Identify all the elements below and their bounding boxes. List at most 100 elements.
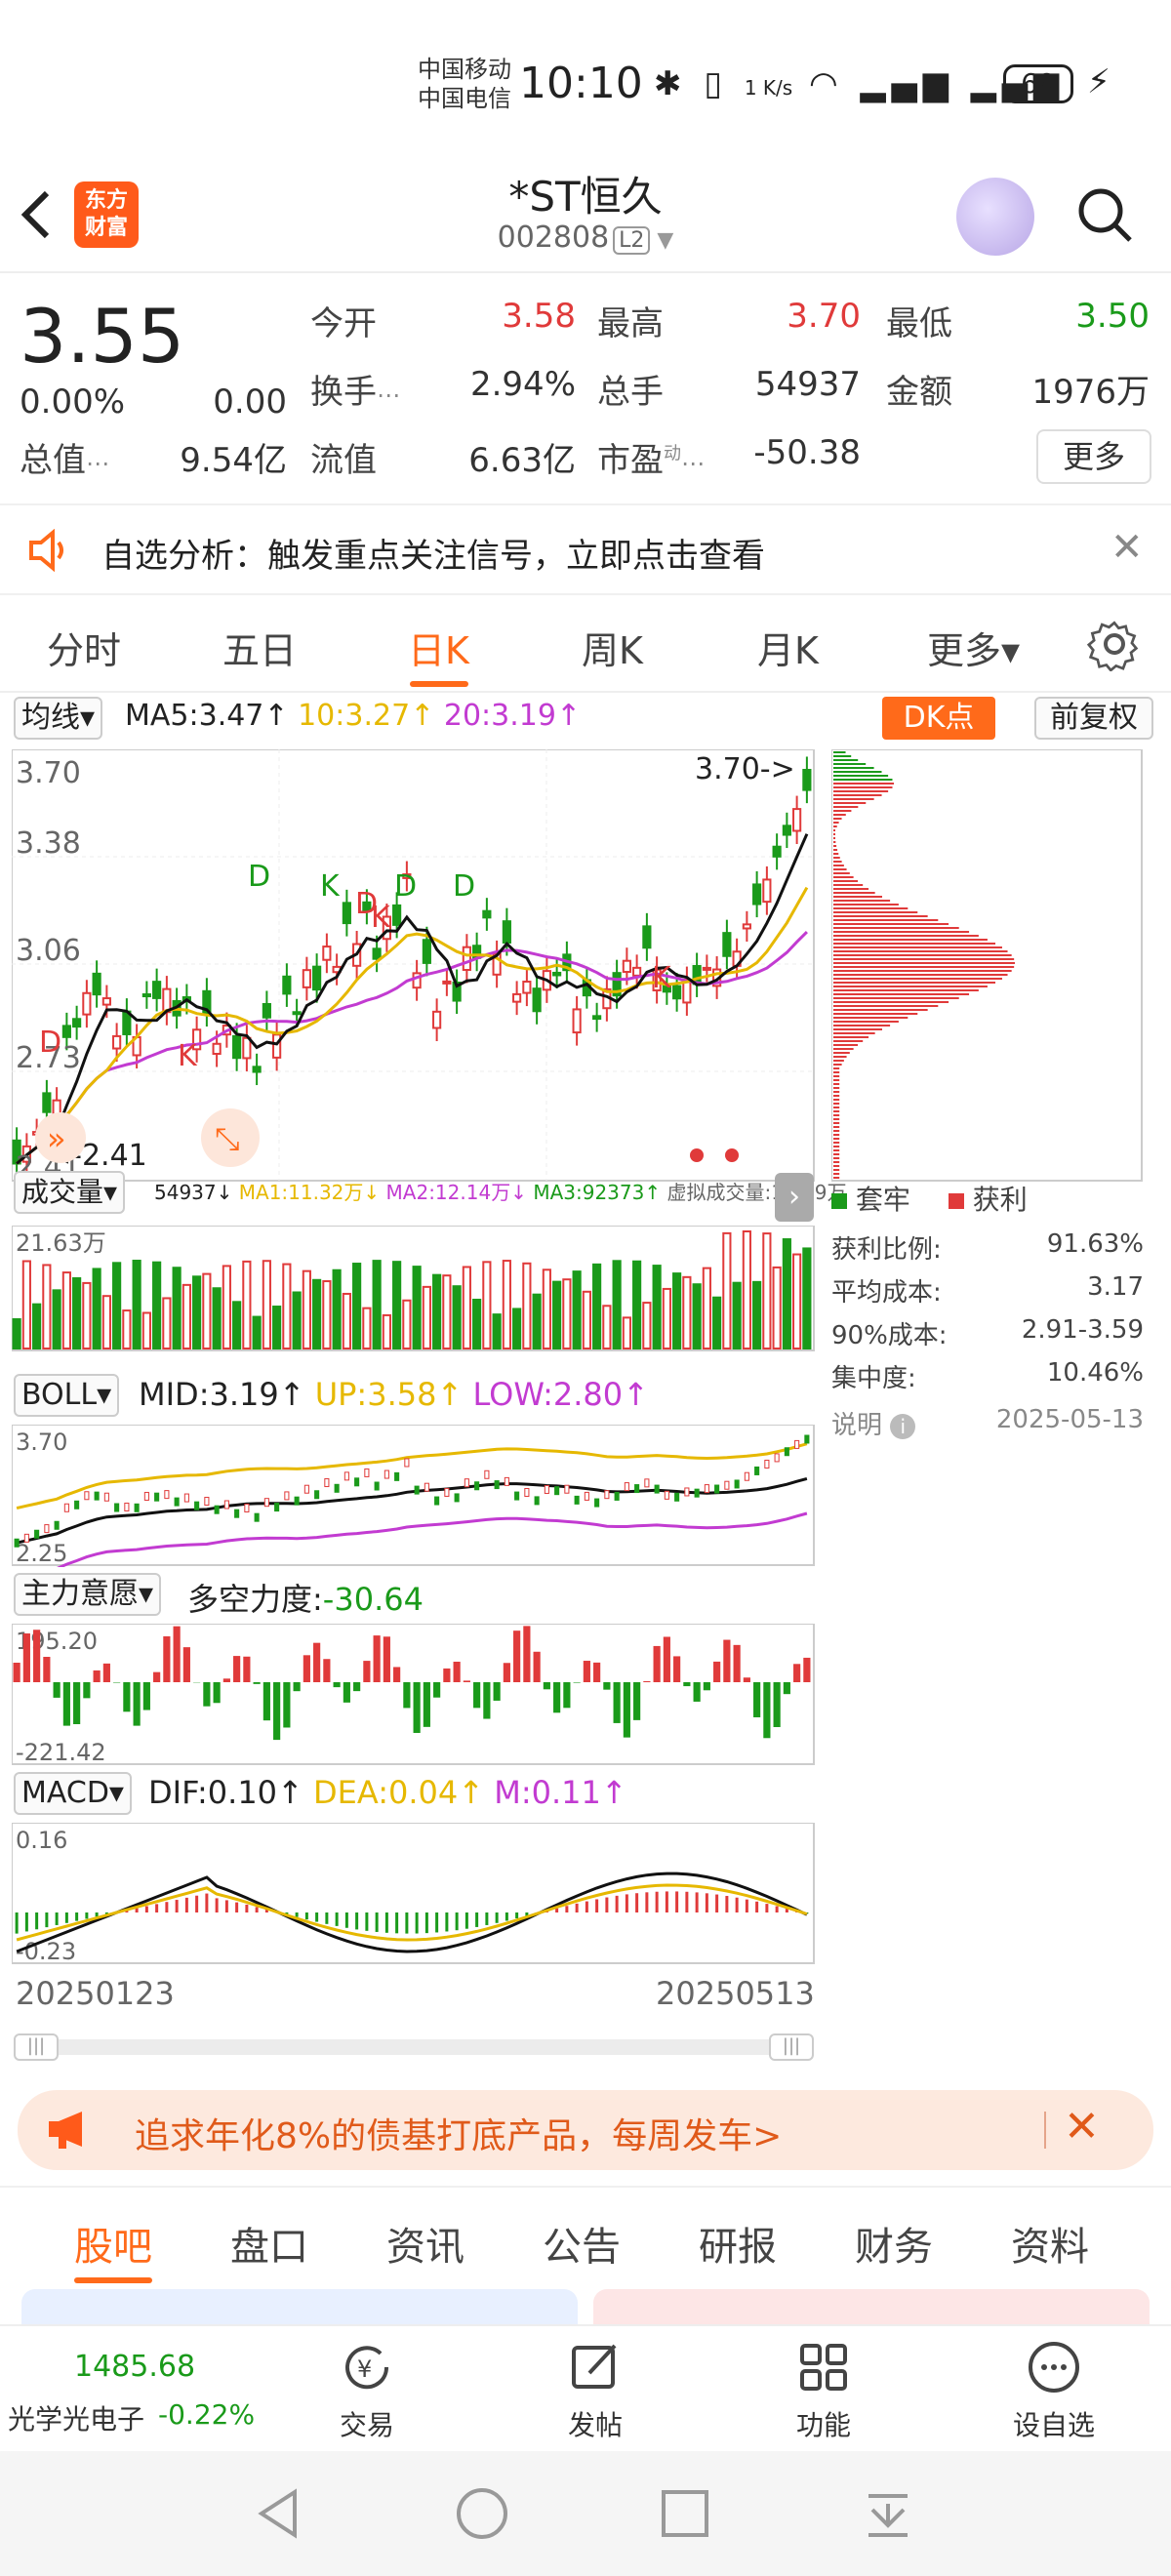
svg-text:¥: ¥: [357, 2355, 372, 2383]
dk-marker[interactable]: D: [453, 869, 475, 904]
zoom-icon[interactable]: ⤡: [215, 1120, 240, 1157]
scroll-handle-right[interactable]: |||: [769, 2033, 814, 2061]
double-chevron-left-icon[interactable]: »: [47, 1120, 66, 1157]
volume-bar: [92, 1268, 101, 1349]
boll-candle: [234, 1509, 240, 1518]
tab-weekly-k[interactable]: 周K: [582, 621, 643, 674]
more-button[interactable]: 更多: [1036, 429, 1151, 484]
scroll-handle-left[interactable]: |||: [14, 2033, 59, 2061]
system-menu-icon[interactable]: [859, 2484, 917, 2543]
search-icon[interactable]: [1075, 185, 1134, 244]
trapped-label: 套牢: [855, 1184, 910, 1216]
volume-bar: [192, 1275, 202, 1349]
force-bar: [623, 1682, 630, 1738]
forum-card-peek[interactable]: [21, 2289, 578, 2328]
tab-research[interactable]: 研报: [699, 2215, 777, 2272]
boll-chart: 3.70 2.25: [12, 1425, 815, 1567]
tab-intraday[interactable]: 分时: [47, 621, 121, 674]
tab-announcements[interactable]: 公告: [543, 2215, 621, 2272]
boll-candle: [314, 1490, 320, 1500]
tab-news[interactable]: 资讯: [386, 2215, 464, 2272]
chip-bar: [833, 1001, 949, 1003]
tab-more[interactable]: 更多▾: [927, 621, 1020, 674]
dk-marker[interactable]: D: [248, 860, 270, 894]
tab-daily-k[interactable]: 日K: [408, 621, 469, 674]
system-home-icon[interactable]: [453, 2484, 511, 2543]
tab-financials[interactable]: 财务: [855, 2215, 933, 2272]
dk-marker[interactable]: K: [320, 869, 341, 904]
chip-bar: [833, 1122, 840, 1124]
force-bar: [133, 1682, 141, 1726]
chevron-right-icon[interactable]: ›: [775, 1173, 814, 1222]
dk-marker[interactable]: K: [371, 901, 391, 935]
close-icon[interactable]: ✕: [1110, 525, 1144, 570]
boll-candle: [183, 1493, 189, 1503]
close-icon[interactable]: ✕: [1064, 2102, 1100, 2152]
index-ticker[interactable]: 1485.68 光学光电子 -0.22%: [0, 2326, 263, 2453]
boll-selector[interactable]: BOLL▾: [14, 1374, 120, 1417]
volume-bar: [602, 1305, 612, 1349]
boll-candle: [704, 1484, 709, 1494]
volume-ma1: MA1:11.32万↓: [238, 1181, 381, 1204]
forum-card-peek[interactable]: [593, 2289, 1150, 2328]
boll-candle: [364, 1468, 370, 1477]
chip-bar: [833, 1028, 883, 1030]
nav-post[interactable]: 发帖: [517, 2338, 673, 2443]
tab-monthly-k[interactable]: 月K: [757, 621, 819, 674]
candle-body: [762, 878, 772, 904]
tab-order-book[interactable]: 盘口: [230, 2215, 308, 2272]
force-bar: [603, 1682, 611, 1690]
ma-selector[interactable]: 均线▾: [14, 697, 103, 740]
system-back-icon[interactable]: [250, 2484, 308, 2543]
stock-code: 002808: [497, 221, 610, 255]
force-bar: [713, 1661, 721, 1682]
chip-bar: [833, 829, 835, 831]
nav-functions[interactable]: 功能: [746, 2338, 902, 2443]
boll-candle: [354, 1477, 360, 1487]
watchlist-analysis-banner[interactable]: 自选分析：触发重点关注信号，立即点击查看 ✕: [0, 503, 1171, 595]
boll-candle: [103, 1492, 109, 1502]
candle-body: [342, 902, 351, 925]
gear-icon[interactable]: [1086, 617, 1142, 672]
open-value: 3.58: [502, 297, 576, 336]
pe-label[interactable]: 市盈动⋯: [597, 433, 705, 481]
market-cap-label[interactable]: 总值⋯: [20, 433, 109, 481]
volume-bar: [672, 1272, 682, 1349]
trade-icon: ¥: [345, 2346, 389, 2390]
macd-selector[interactable]: MACD▾: [14, 1772, 132, 1815]
dk-marker[interactable]: K: [178, 1039, 198, 1073]
boll-candle: [204, 1497, 210, 1507]
adjust-mode-button[interactable]: 前复权: [1034, 697, 1153, 740]
volume-bar: [382, 1313, 391, 1349]
assistant-robot-icon[interactable]: [956, 178, 1034, 256]
main-force-selector[interactable]: 主力意愿▾: [14, 1573, 162, 1616]
promo-banner[interactable]: 追求年化8%的债基打底产品，每周发车> ✕: [18, 2090, 1153, 2170]
candle-body: [252, 1066, 262, 1073]
dk-marker[interactable]: D: [39, 1026, 61, 1060]
candle-body: [82, 991, 92, 1016]
chart-scrollbar[interactable]: ||| |||: [14, 2033, 814, 2061]
candle-body: [752, 883, 762, 906]
note-row[interactable]: 说明 i 2025-05-13: [831, 1405, 1144, 1448]
pe-label-text: 市盈: [597, 441, 664, 480]
boll-candle: [444, 1487, 450, 1497]
kline-chart[interactable]: 3.70 3.38 3.06 2.73 2.41 3.70-> <-2.41 ⤡…: [12, 749, 816, 1183]
tab-profile[interactable]: 资料: [1011, 2215, 1089, 2272]
system-recents-icon[interactable]: [656, 2484, 714, 2543]
boll-candle: [614, 1491, 620, 1501]
dk-marker[interactable]: D: [394, 869, 417, 904]
tab-forum[interactable]: 股吧: [74, 2215, 152, 2272]
boll-candle: [434, 1496, 440, 1506]
dk-point-button[interactable]: DK点: [882, 697, 995, 740]
note-label: 说明: [831, 1411, 883, 1440]
turnover-label[interactable]: 换手⋯: [310, 365, 400, 413]
nav-trade[interactable]: ¥ 交易: [289, 2338, 445, 2443]
tab-five-day[interactable]: 五日: [222, 621, 297, 674]
nav-add-watchlist[interactable]: 设自选: [976, 2338, 1132, 2443]
volume-bar: [662, 1287, 671, 1349]
chip-bar: [833, 970, 1012, 972]
force-bar: [22, 1633, 30, 1682]
nav-label: 功能: [795, 2409, 851, 2441]
volume-indicator-selector[interactable]: 成交量▾: [14, 1171, 126, 1214]
dk-marker[interactable]: K: [652, 961, 672, 995]
